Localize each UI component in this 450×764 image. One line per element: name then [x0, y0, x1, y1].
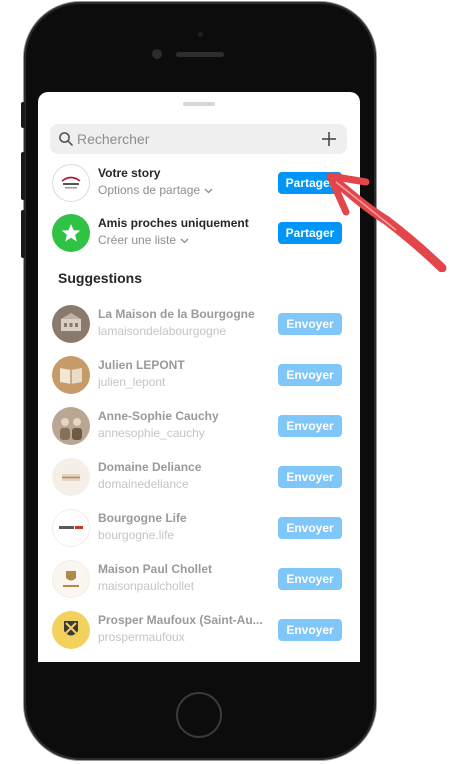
- suggestion-handle: annesophie_cauchy: [98, 426, 205, 440]
- close-friends-avatar: [52, 214, 90, 252]
- earpiece-speaker: [176, 52, 224, 57]
- list-item[interactable]: Anne-Sophie Cauchy annesophie_cauchy Env…: [50, 407, 347, 447]
- coat-of-arms-icon: [64, 621, 78, 636]
- suggestion-name: Maison Paul Chollet: [98, 562, 213, 576]
- avatar: [52, 458, 90, 496]
- list-item[interactable]: Prosper Maufoux (Saint-Au... prospermauf…: [50, 611, 347, 651]
- suggestion-handle: domainedeliance: [98, 477, 189, 491]
- send-button[interactable]: Envoyer: [278, 313, 342, 335]
- avatar: [52, 560, 90, 598]
- send-button[interactable]: Envoyer: [278, 466, 342, 488]
- crest-logo-icon: [63, 571, 79, 587]
- brand-logo-icon: [61, 176, 81, 189]
- avatar: [52, 611, 90, 649]
- send-button[interactable]: Envoyer: [278, 415, 342, 437]
- suggestion-name: Prosper Maufoux (Saint-Au...: [98, 613, 263, 627]
- share-options-link[interactable]: Options de partage: [98, 183, 213, 197]
- plus-icon[interactable]: [319, 129, 339, 149]
- your-story-row[interactable]: Votre story Options de partage Partager: [50, 164, 347, 204]
- suggestion-name: Anne-Sophie Cauchy: [98, 409, 219, 423]
- list-item[interactable]: Julien LEPONT julien_lepont Envoyer: [50, 356, 347, 396]
- list-item[interactable]: Bourgogne Life bourgogne.life Envoyer: [50, 509, 347, 549]
- share-sheet: Rechercher Votre story Options de partag…: [38, 92, 360, 662]
- search-input[interactable]: Rechercher: [50, 124, 347, 154]
- winery-logo-icon: [62, 474, 80, 481]
- volume-up-button: [21, 152, 25, 200]
- people-photo-icon: [60, 418, 82, 440]
- suggestions-heading: Suggestions: [58, 270, 143, 286]
- avatar: [52, 164, 90, 202]
- suggestion-name: Julien LEPONT: [98, 358, 185, 372]
- building-logo-icon: [61, 313, 81, 331]
- home-button[interactable]: [176, 692, 222, 738]
- annotation-arrow-icon: [326, 172, 447, 272]
- suggestion-name: La Maison de la Bourgogne: [98, 307, 255, 321]
- suggestion-handle: prospermaufoux: [98, 630, 185, 644]
- proximity-sensor: [198, 32, 203, 37]
- star-icon: [61, 224, 81, 242]
- send-button[interactable]: Envoyer: [278, 364, 342, 386]
- search-placeholder: Rechercher: [77, 131, 150, 147]
- drag-handle[interactable]: [183, 102, 215, 106]
- send-button[interactable]: Envoyer: [278, 568, 342, 590]
- avatar: [52, 407, 90, 445]
- create-list-link[interactable]: Créer une liste: [98, 233, 189, 247]
- volume-down-button: [21, 210, 25, 258]
- list-item[interactable]: Domaine Deliance domainedeliance Envoyer: [50, 458, 347, 498]
- suggestion-handle: lamaisondelabourgogne: [98, 324, 227, 338]
- send-button[interactable]: Envoyer: [278, 619, 342, 641]
- avatar: [52, 305, 90, 343]
- mute-switch: [21, 102, 25, 128]
- chevron-down-icon: [204, 188, 213, 194]
- create-list-label: Créer une liste: [98, 233, 177, 247]
- text-logo-icon: [59, 526, 83, 529]
- list-item[interactable]: Maison Paul Chollet maisonpaulchollet En…: [50, 560, 347, 600]
- list-item[interactable]: La Maison de la Bourgogne lamaisondelabo…: [50, 305, 347, 345]
- close-friends-title: Amis proches uniquement: [98, 216, 249, 230]
- suggestion-handle: julien_lepont: [98, 375, 166, 389]
- front-camera: [152, 49, 162, 59]
- chevron-down-icon: [180, 238, 189, 244]
- search-icon: [59, 132, 73, 146]
- send-button[interactable]: Envoyer: [278, 517, 342, 539]
- suggestion-name: Bourgogne Life: [98, 511, 187, 525]
- avatar: [52, 356, 90, 394]
- avatar: [52, 509, 90, 547]
- suggestion-name: Domaine Deliance: [98, 460, 202, 474]
- book-photo-icon: [60, 368, 82, 384]
- your-story-title: Votre story: [98, 166, 161, 180]
- suggestion-handle: bourgogne.life: [98, 528, 175, 542]
- share-options-label: Options de partage: [98, 183, 201, 197]
- suggestion-handle: maisonpaulchollet: [98, 579, 195, 593]
- close-friends-row[interactable]: Amis proches uniquement Créer une liste …: [50, 214, 347, 254]
